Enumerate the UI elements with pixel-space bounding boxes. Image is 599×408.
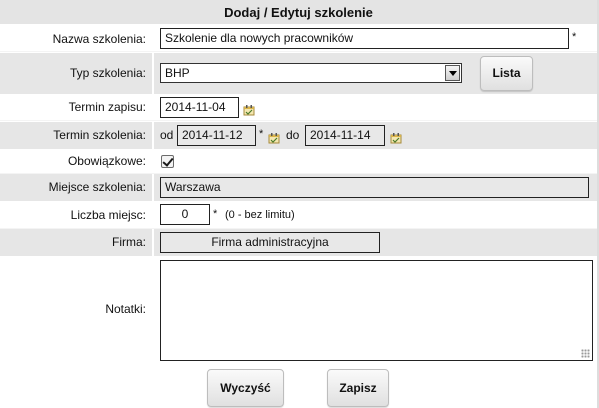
termin-do-input[interactable]: 2014-11-14 [305, 125, 385, 146]
liczba-miejsc-label: Liczba miejsc: [0, 201, 152, 228]
nazwa-required-mark: * [572, 31, 577, 43]
row-notatki: Notatki: [0, 256, 597, 362]
typ-label: Typ szkolenia: [0, 53, 152, 94]
row-termin-zapisu: Termin zapisu: 2014-11-04 [0, 94, 597, 121]
liczba-miejsc-input[interactable]: 0 [160, 204, 210, 225]
calendar-icon[interactable] [389, 131, 403, 145]
liczba-required-mark: * [213, 208, 218, 220]
termin-od-input[interactable]: 2014-11-12 [177, 125, 256, 146]
lista-button[interactable]: Lista [480, 56, 533, 91]
row-termin-szkolenia: Termin szkolenia: od 2014-11-12 * do 201… [0, 122, 597, 149]
do-label: do [286, 128, 300, 142]
termin-zapisu-label: Termin zapisu: [0, 94, 152, 120]
row-firma: Firma: Firma administracyjna [0, 229, 597, 256]
termin-szkolenia-label: Termin szkolenia: [0, 122, 152, 149]
nazwa-input[interactable]: Szkolenie dla nowych pracowników [160, 28, 569, 49]
form-actions: Wyczyść Zapisz [0, 362, 597, 408]
chevron-down-icon[interactable] [445, 65, 460, 81]
firma-input: Firma administracyjna [160, 232, 380, 253]
nazwa-label: Nazwa szkolenia: [0, 26, 152, 51]
row-nazwa: Nazwa szkolenia: Szkolenie dla nowych pr… [0, 26, 597, 52]
miejsce-label: Miejsce szkolenia: [0, 174, 152, 201]
save-button[interactable]: Zapisz [327, 369, 389, 407]
miejsce-input[interactable]: Warszawa [160, 177, 589, 198]
typ-select[interactable]: BHP [160, 63, 462, 83]
form-title: Dodaj / Edytuj szkolenie [0, 0, 597, 25]
row-obowiazkowe: Obowiązkowe: [0, 149, 597, 174]
edit-training-form: Dodaj / Edytuj szkolenie Nazwa szkolenia… [0, 0, 599, 408]
firma-label: Firma: [0, 229, 152, 256]
typ-selected-value: BHP [165, 66, 190, 80]
row-typ: Typ szkolenia: BHP Lista [0, 53, 597, 94]
termin-required-mark: * [259, 128, 264, 140]
row-liczba-miejsc: Liczba miejsc: 0 * (0 - bez limitu) [0, 201, 597, 229]
termin-zapisu-input[interactable]: 2014-11-04 [160, 97, 239, 118]
notatki-label: Notatki: [0, 256, 152, 362]
liczba-hint: (0 - bez limitu) [225, 209, 295, 221]
obowiazkowe-label: Obowiązkowe: [0, 149, 152, 173]
notatki-textarea[interactable] [160, 260, 593, 361]
resize-grip-icon[interactable] [581, 349, 590, 358]
obowiazkowe-checkbox[interactable] [161, 155, 174, 168]
calendar-icon[interactable] [267, 131, 281, 145]
row-miejsce: Miejsce szkolenia: Warszawa [0, 174, 597, 201]
clear-button[interactable]: Wyczyść [207, 369, 284, 407]
od-label: od [160, 128, 174, 142]
calendar-icon[interactable] [242, 103, 256, 117]
